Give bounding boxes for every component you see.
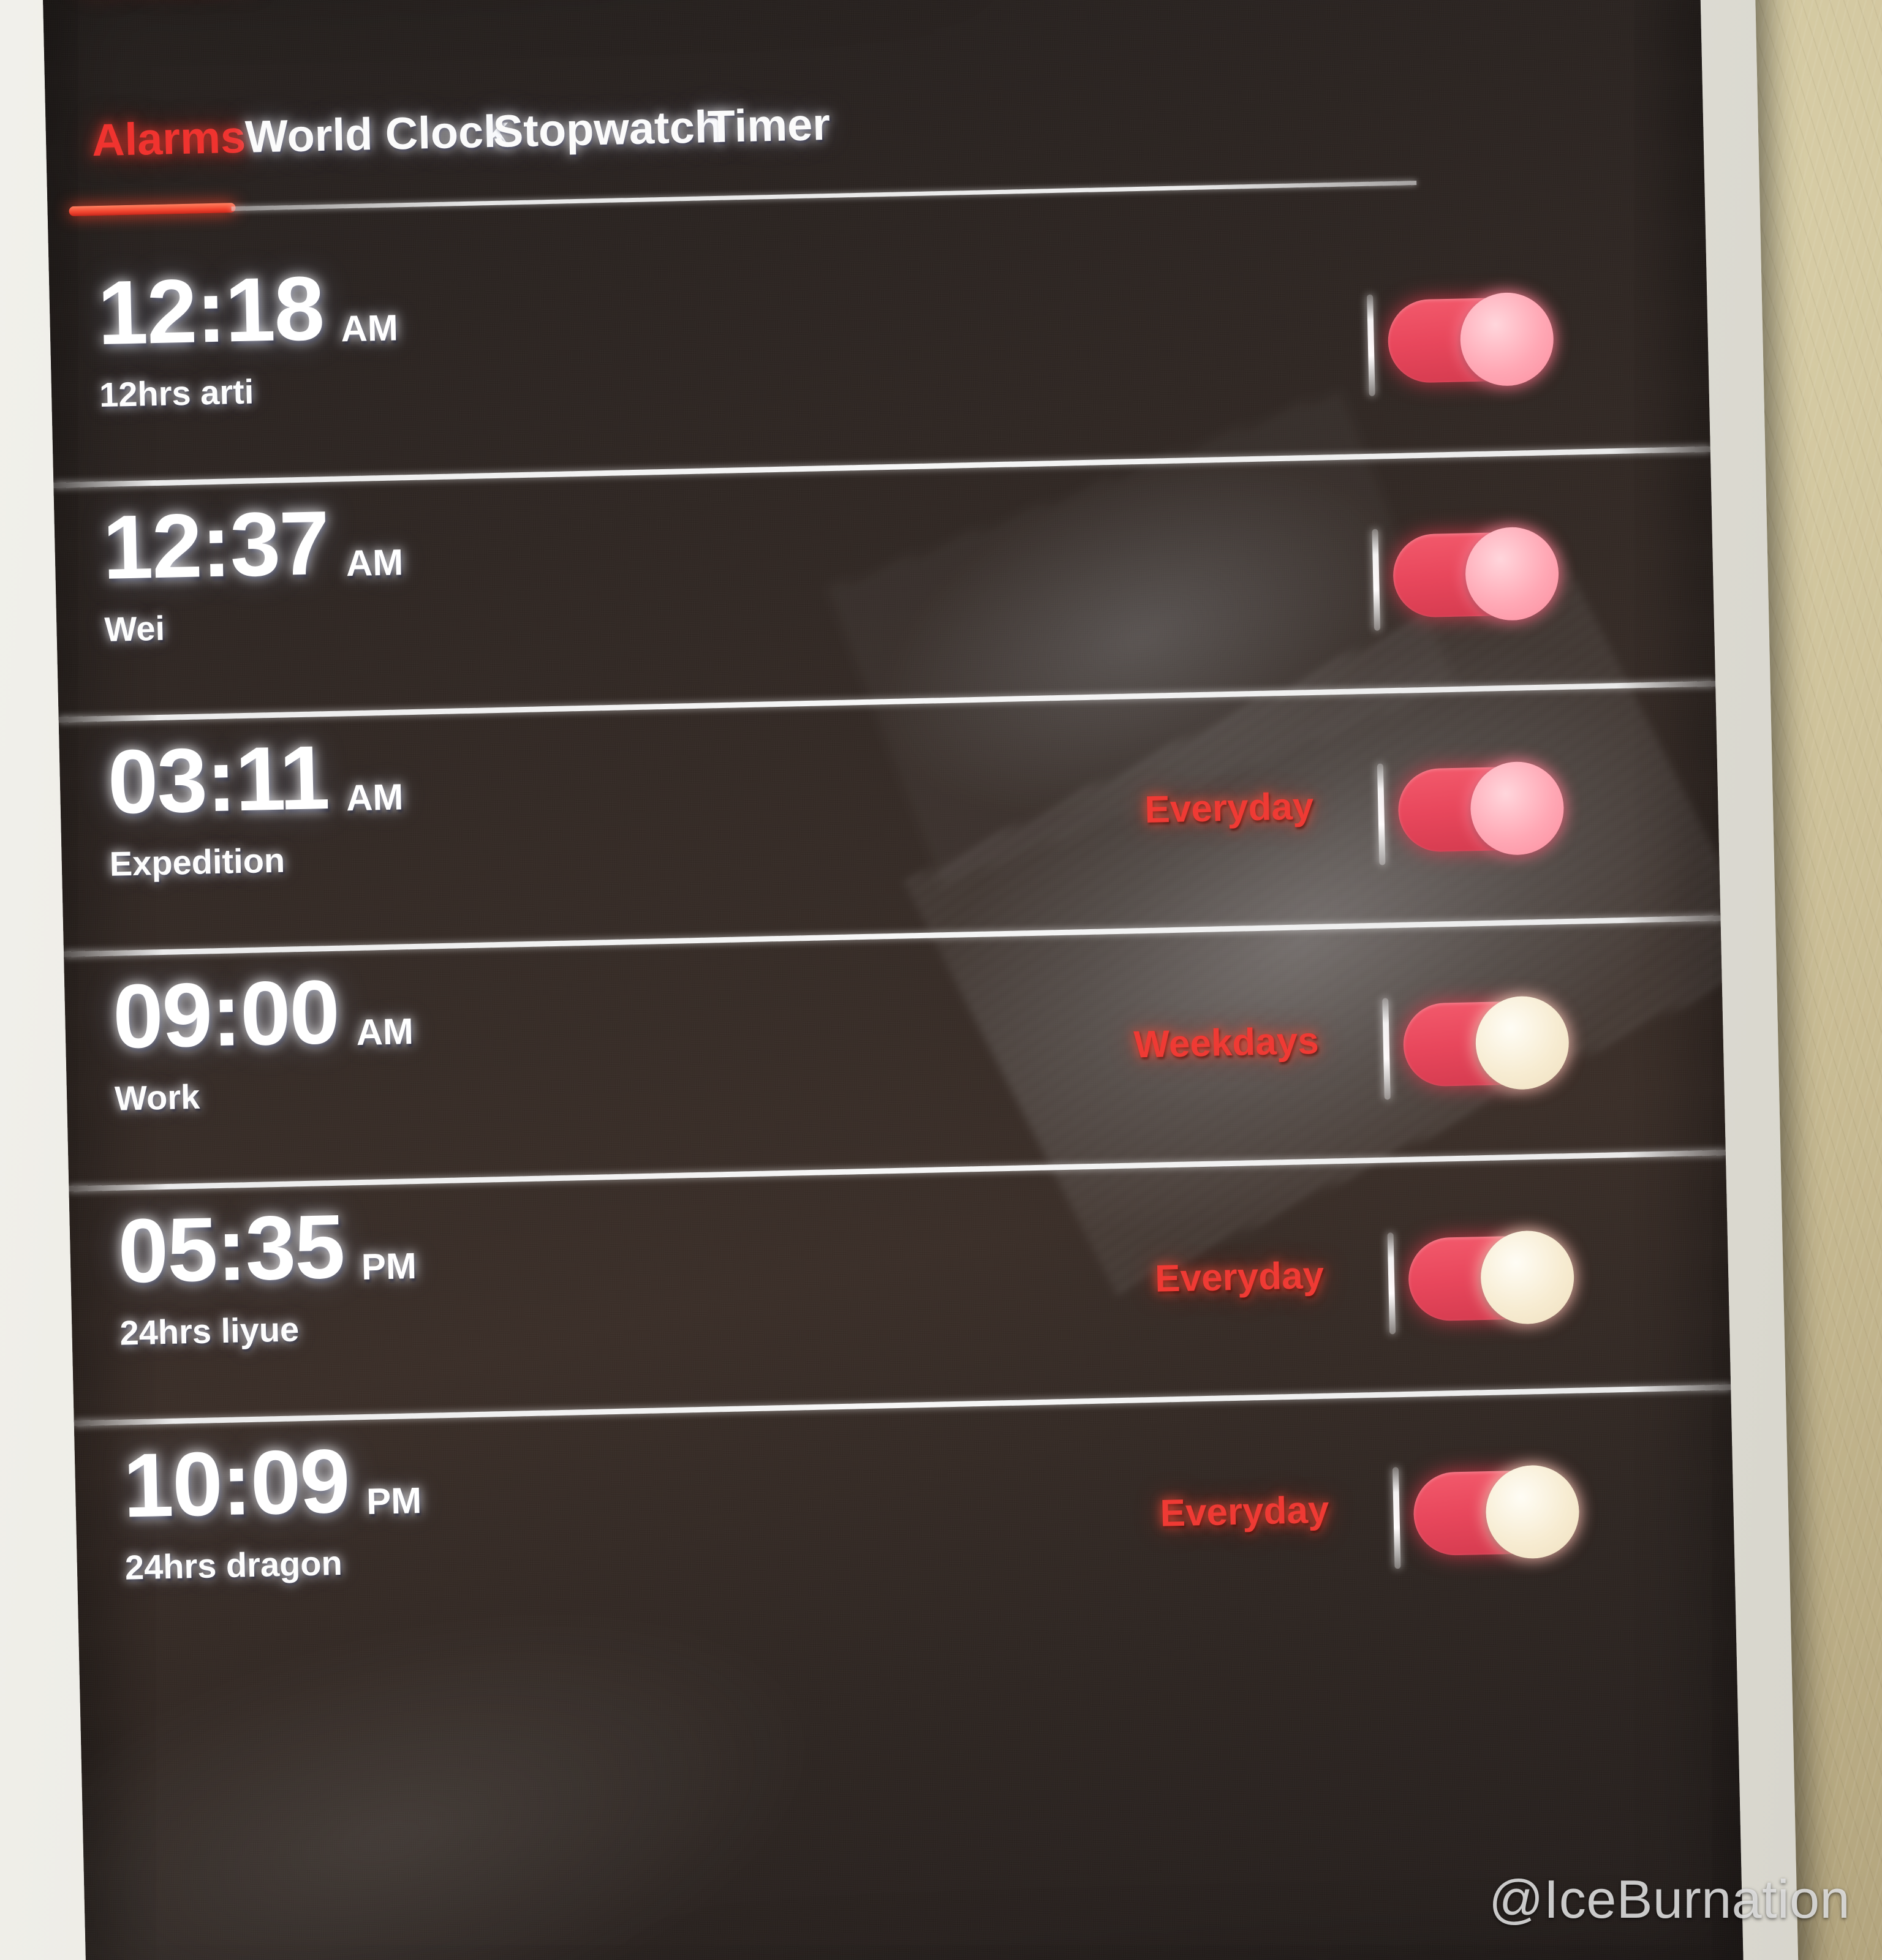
alarm-time: 10:09 PM [122, 1428, 736, 1537]
row-vertical-divider [1367, 294, 1375, 396]
tab-alarms[interactable]: Alarms [91, 111, 246, 166]
tab-world-clock[interactable]: World Clock [244, 105, 509, 162]
alarm-row[interactable]: 05:35 PM 24hrs liyue Everyday [69, 1153, 1731, 1427]
alarm-list: 12:18 AM 12hrs arti 12:37 AM Wei 03:11 A… [48, 215, 1736, 1658]
alarm-repeat: Everyday [1144, 785, 1315, 831]
tab-active-indicator [69, 203, 236, 217]
row-vertical-divider [1387, 1232, 1396, 1335]
alarm-time: 05:35 PM [116, 1193, 731, 1302]
tab-bar: Alarms World Clock Stopwatch Timer [45, 79, 1705, 244]
alarm-time: 12:37 AM [101, 489, 716, 598]
alarm-row[interactable]: 03:11 AM Expedition Everyday [59, 684, 1721, 957]
alarm-label: 12hrs arti [99, 372, 254, 415]
alarm-label: Expedition [109, 840, 285, 883]
phone-screen: Clock [42, 0, 1744, 1960]
alarm-row[interactable]: 10:09 PM 24hrs dragon Everyday [74, 1387, 1736, 1658]
alarm-label: 24hrs liyue [119, 1310, 300, 1352]
alarm-toggle[interactable] [1402, 995, 1570, 1091]
alarm-label: 24hrs dragon [124, 1543, 343, 1587]
alarm-time-meridiem: AM [340, 307, 399, 350]
row-vertical-divider [1392, 1467, 1401, 1569]
alarm-toggle[interactable] [1387, 292, 1555, 387]
alarm-time: 12:18 AM [96, 255, 711, 364]
alarm-label: Wei [104, 608, 165, 649]
alarm-repeat: Everyday [1154, 1254, 1325, 1300]
row-vertical-divider [1377, 763, 1386, 865]
alarm-row[interactable]: 12:37 AM Wei [53, 450, 1716, 723]
tab-stopwatch[interactable]: Stopwatch [493, 100, 723, 157]
alarm-time-value: 12:37 [101, 492, 330, 598]
alarm-toggle-knob [1480, 1229, 1575, 1325]
alarm-time-value: 10:09 [122, 1430, 350, 1537]
alarm-time-meridiem: PM [361, 1245, 417, 1288]
alarm-time-value: 12:18 [96, 258, 325, 364]
alarm-time: 09:00 AM [111, 959, 727, 1068]
alarm-info[interactable]: 05:35 PM 24hrs liyue [117, 1193, 733, 1353]
tab-indicator-row [47, 170, 1704, 219]
alarm-toggle-knob [1464, 526, 1560, 622]
tab-timer[interactable]: Timer [707, 98, 831, 153]
row-vertical-divider [1382, 998, 1391, 1100]
alarm-time-value: 03:11 [107, 727, 330, 833]
app-bar: Clock [42, 0, 1702, 86]
alarm-time-meridiem: PM [366, 1479, 422, 1522]
tab-bar-divider [231, 181, 1417, 211]
alarm-info[interactable]: 03:11 AM Expedition [107, 724, 722, 884]
alarm-time-value: 09:00 [111, 961, 340, 1068]
alarm-row[interactable]: 12:18 AM 12hrs arti [48, 215, 1710, 488]
alarm-label: Work [114, 1077, 200, 1118]
alarm-toggle-knob [1459, 292, 1555, 387]
alarm-time-value: 05:35 [116, 1196, 345, 1302]
alarm-time: 03:11 AM [107, 724, 721, 833]
alarm-info[interactable]: 10:09 PM 24hrs dragon [122, 1428, 738, 1588]
alarm-toggle[interactable] [1407, 1229, 1575, 1325]
alarm-toggle-knob [1475, 995, 1570, 1091]
alarm-info[interactable]: 12:18 AM 12hrs arti [96, 255, 712, 415]
row-vertical-divider [1372, 529, 1381, 631]
alarm-toggle-knob [1469, 761, 1565, 856]
watermark: @IceBurnation [1489, 1869, 1850, 1929]
alarm-toggle[interactable] [1392, 526, 1560, 622]
photograph-of-phone: Clock [0, 0, 1882, 1960]
alarm-time-meridiem: AM [346, 776, 404, 819]
alarm-toggle[interactable] [1413, 1464, 1581, 1560]
alarm-toggle[interactable] [1397, 761, 1565, 856]
alarm-info[interactable]: 12:37 AM Wei [102, 489, 717, 649]
alarm-time-meridiem: AM [355, 1011, 414, 1054]
alarm-row[interactable]: 09:00 AM Work Weekdays [64, 919, 1726, 1192]
alarm-time-meridiem: AM [346, 541, 404, 584]
alarm-toggle-knob [1484, 1464, 1581, 1560]
alarm-repeat: Everyday [1159, 1488, 1330, 1535]
alarm-info[interactable]: 09:00 AM Work [112, 959, 728, 1118]
alarm-repeat: Weekdays [1133, 1019, 1320, 1066]
